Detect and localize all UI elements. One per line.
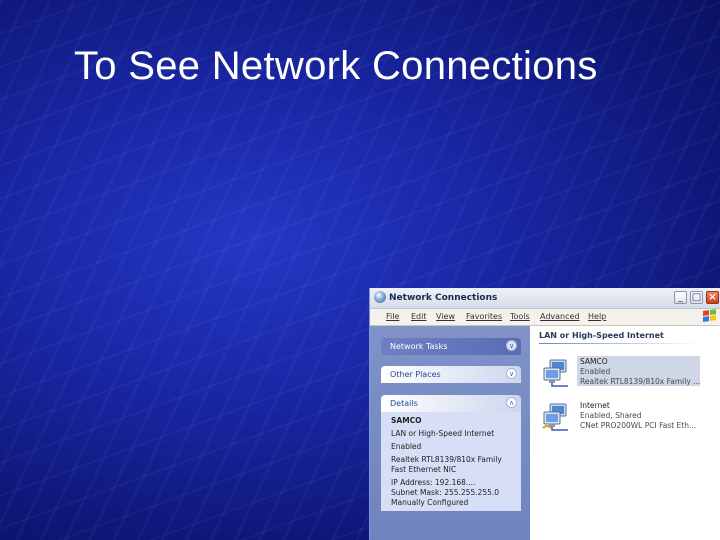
connections-list: LAN or High-Speed Internet SAMCO Enabled…: [531, 326, 720, 540]
task-pane: Network Tasks ∨ Other Places ∨ Details ∧…: [370, 326, 530, 540]
minimize-button[interactable]: _: [674, 291, 687, 304]
network-computers-icon: [543, 359, 568, 387]
connection-device: CNet PRO200WL PCI Fast Eth...: [580, 421, 697, 430]
group-title: LAN or High-Speed Internet: [539, 331, 664, 340]
network-tasks-header[interactable]: Network Tasks ∨: [381, 338, 521, 355]
details-panel: SAMCO LAN or High-Speed Internet Enabled…: [381, 412, 521, 511]
details-ip: IP Address: 192.168....: [391, 478, 476, 487]
details-name: SAMCO: [391, 416, 422, 425]
menu-view[interactable]: View: [436, 312, 455, 321]
menu-tools[interactable]: Tools: [510, 312, 530, 321]
chevron-down-icon[interactable]: ∨: [506, 340, 517, 351]
details-config: Manually Configured: [391, 498, 469, 507]
connection-item-internet[interactable]: Internet Enabled, Shared CNet PRO200WL P…: [539, 400, 704, 434]
network-computers-icon: [542, 403, 568, 431]
details-type: LAN or High-Speed Internet: [391, 429, 495, 438]
group-divider: [539, 343, 699, 344]
connection-status: Enabled, Shared: [580, 411, 642, 420]
chevron-up-icon[interactable]: ∧: [506, 397, 517, 408]
details-label: Details: [390, 399, 418, 408]
connection-name: SAMCO: [580, 357, 608, 366]
windows-flag-icon: [703, 309, 717, 324]
window-title: Network Connections: [389, 293, 498, 303]
other-places-label: Other Places: [390, 370, 441, 379]
details-device-2: Fast Ethernet NIC: [391, 465, 457, 474]
other-places-header[interactable]: Other Places ∨: [381, 366, 521, 383]
network-tasks-label: Network Tasks: [390, 342, 448, 351]
menu-help[interactable]: Help: [588, 312, 606, 321]
menu-favorites[interactable]: Favorites: [466, 312, 502, 321]
menu-edit[interactable]: Edit: [411, 312, 427, 321]
menu-bar: File Edit View Favorites Tools Advanced …: [370, 309, 720, 326]
title-bar[interactable]: Network Connections _ □ ×: [370, 288, 720, 309]
chevron-down-icon[interactable]: ∨: [506, 368, 517, 379]
close-button[interactable]: ×: [706, 291, 719, 304]
menu-file[interactable]: File: [386, 312, 399, 321]
connection-device: Realtek RTL8139/810x Family ...: [580, 377, 701, 386]
details-header[interactable]: Details ∧: [381, 395, 521, 412]
slide-title: To See Network Connections: [74, 44, 598, 88]
maximize-button[interactable]: □: [690, 291, 703, 304]
network-connections-window: Network Connections _ □ × File Edit View…: [369, 288, 720, 540]
details-status: Enabled: [391, 442, 422, 451]
network-connections-icon: [374, 291, 386, 303]
connection-item-samco[interactable]: SAMCO Enabled Realtek RTL8139/810x Famil…: [539, 356, 704, 390]
details-subnet: Subnet Mask: 255.255.255.0: [391, 488, 500, 497]
connection-status: Enabled: [580, 367, 611, 376]
details-device: Realtek RTL8139/810x Family: [391, 455, 502, 464]
connection-name: Internet: [580, 401, 610, 410]
menu-advanced[interactable]: Advanced: [540, 312, 580, 321]
